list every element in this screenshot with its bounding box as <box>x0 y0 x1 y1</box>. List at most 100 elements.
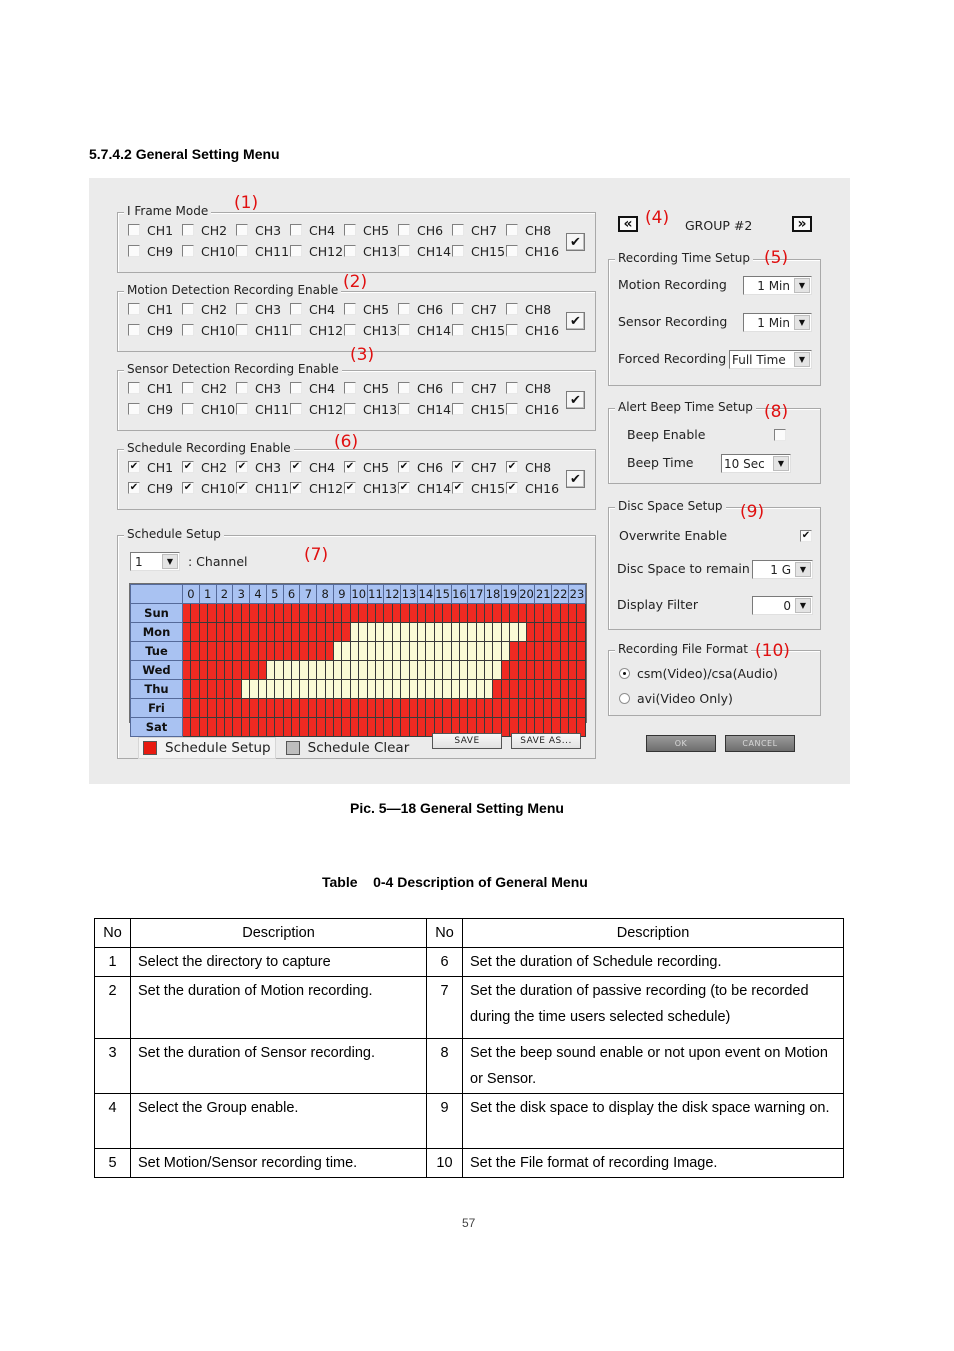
schedule-cell-on[interactable] <box>500 603 511 623</box>
schedule-cell-off[interactable] <box>467 660 477 680</box>
channel-checkbox-item[interactable]: ✔ CH4 <box>290 459 344 475</box>
schedule-cell-on[interactable] <box>282 641 293 661</box>
schedule-cell-on[interactable] <box>291 603 301 623</box>
schedule-cell-on[interactable] <box>433 698 444 718</box>
schedule-cell-on[interactable] <box>249 641 259 661</box>
channel-checkbox[interactable]: ✔ <box>344 482 356 494</box>
channel-checkbox[interactable]: ✔ <box>344 461 356 473</box>
schedule-cell-off[interactable] <box>374 660 385 680</box>
schedule-cell-on[interactable] <box>450 698 460 718</box>
channel-checkbox-item[interactable]: CH5 <box>344 301 398 317</box>
schedule-cell-on[interactable] <box>181 641 192 661</box>
schedule-cell-on[interactable] <box>442 698 452 718</box>
channel-checkbox-item[interactable]: ✔ CH16 <box>506 480 560 496</box>
channel-checkbox[interactable] <box>452 382 464 394</box>
channel-checkbox[interactable] <box>452 224 464 236</box>
schedule-cell-on[interactable] <box>232 679 242 699</box>
channel-checkbox-item[interactable]: CH11 <box>236 322 290 338</box>
channel-checkbox-item[interactable]: CH2 <box>182 380 236 396</box>
schedule-cell-on[interactable] <box>207 679 217 699</box>
schedule-cell-off[interactable] <box>307 660 318 680</box>
channel-checkbox[interactable] <box>236 324 248 336</box>
schedule-cell-on[interactable] <box>257 698 267 718</box>
channel-checkbox-item[interactable]: CH6 <box>398 301 452 317</box>
channel-checkbox-item[interactable]: CH4 <box>290 222 344 238</box>
schedule-cell-off[interactable] <box>349 641 360 661</box>
schedule-cell-on[interactable] <box>240 698 251 718</box>
schedule-cell-on[interactable] <box>257 660 267 680</box>
schedule-cell-off[interactable] <box>400 622 410 642</box>
schedule-cell-on[interactable] <box>534 660 544 680</box>
schedule-cell-on[interactable] <box>307 603 318 623</box>
schedule-cell-on[interactable] <box>349 717 360 737</box>
schedule-cell-on[interactable] <box>576 603 586 623</box>
schedule-cell-on[interactable] <box>341 603 351 623</box>
channel-checkbox[interactable] <box>506 324 518 336</box>
schedule-cell-on[interactable] <box>207 622 217 642</box>
channel-checkbox[interactable] <box>290 403 302 415</box>
motion-recording-dropdown[interactable]: 1 Min ▼ <box>743 276 812 295</box>
schedule-cell-off[interactable] <box>492 660 502 680</box>
schedule-cell-off[interactable] <box>509 622 519 642</box>
save-button[interactable]: SAVE <box>432 733 502 749</box>
schedule-table[interactable]: 0 1 2 3 4 5 6 7 8 9 10 11 12 13 14 15 16 17 18 19 20 21 22 23 S… <box>130 584 587 737</box>
schedule-cell-on[interactable] <box>391 698 402 718</box>
schedule-cell-off[interactable] <box>341 660 351 680</box>
schedule-cell-on[interactable] <box>198 698 209 718</box>
schedule-cell-on[interactable] <box>215 698 225 718</box>
channel-checkbox-item[interactable]: CH13 <box>344 322 398 338</box>
schedule-cell-on[interactable] <box>223 603 234 623</box>
schedule-cell-off[interactable] <box>257 679 267 699</box>
channel-checkbox[interactable] <box>236 403 248 415</box>
schedule-cell-off[interactable] <box>408 679 418 699</box>
channel-checkbox-item[interactable]: CH7 <box>452 301 506 317</box>
schedule-cell-on[interactable] <box>223 660 234 680</box>
select-all-button[interactable]: ✔ <box>566 470 585 488</box>
schedule-cell-on[interactable] <box>341 717 351 737</box>
schedule-cell-on[interactable] <box>374 717 385 737</box>
schedule-cell-on[interactable] <box>207 717 217 737</box>
schedule-cell-off[interactable] <box>383 641 393 661</box>
schedule-cell-on[interactable] <box>358 698 368 718</box>
channel-checkbox[interactable] <box>128 403 140 415</box>
schedule-cell-on[interactable] <box>223 717 234 737</box>
schedule-cell-on[interactable] <box>299 603 309 623</box>
schedule-cell-off[interactable] <box>274 679 284 699</box>
schedule-cell-on[interactable] <box>433 603 444 623</box>
schedule-cell-on[interactable] <box>517 660 528 680</box>
channel-checkbox[interactable] <box>182 303 194 315</box>
file-format-option-1[interactable]: avi(Video Only) <box>619 691 733 706</box>
schedule-cell-on[interactable] <box>458 698 469 718</box>
channel-checkbox-item[interactable]: CH1 <box>128 222 182 238</box>
schedule-cell-on[interactable] <box>408 717 418 737</box>
schedule-cell-on[interactable] <box>366 603 377 623</box>
schedule-cell-on[interactable] <box>316 641 326 661</box>
schedule-cell-on[interactable] <box>467 698 477 718</box>
channel-checkbox[interactable] <box>182 403 194 415</box>
schedule-cell-off[interactable] <box>450 660 460 680</box>
schedule-cell-off[interactable] <box>458 641 469 661</box>
schedule-cell-on[interactable] <box>475 603 486 623</box>
overwrite-enable-checkbox[interactable]: ✔ <box>800 530 812 542</box>
schedule-cell-on[interactable] <box>299 717 309 737</box>
schedule-cell-on[interactable] <box>265 622 276 642</box>
schedule-cell-on[interactable] <box>534 698 544 718</box>
schedule-cell-on[interactable] <box>358 717 368 737</box>
schedule-cell-on[interactable] <box>551 679 561 699</box>
schedule-cell-on[interactable] <box>408 603 418 623</box>
channel-checkbox[interactable] <box>128 303 140 315</box>
schedule-cell-off[interactable] <box>408 622 418 642</box>
schedule-cell-off[interactable] <box>265 679 276 699</box>
schedule-cell-off[interactable] <box>492 641 502 661</box>
schedule-cell-off[interactable] <box>425 679 435 699</box>
channel-checkbox[interactable] <box>506 224 518 236</box>
schedule-cell-off[interactable] <box>416 660 427 680</box>
schedule-cell-on[interactable] <box>509 698 519 718</box>
channel-checkbox[interactable]: ✔ <box>290 482 302 494</box>
channel-checkbox[interactable]: ✔ <box>236 482 248 494</box>
channel-checkbox[interactable] <box>452 324 464 336</box>
schedule-cell-off[interactable] <box>299 660 309 680</box>
schedule-cell-off[interactable] <box>366 622 377 642</box>
schedule-cell-on[interactable] <box>190 660 200 680</box>
schedule-cell-off[interactable] <box>425 660 435 680</box>
